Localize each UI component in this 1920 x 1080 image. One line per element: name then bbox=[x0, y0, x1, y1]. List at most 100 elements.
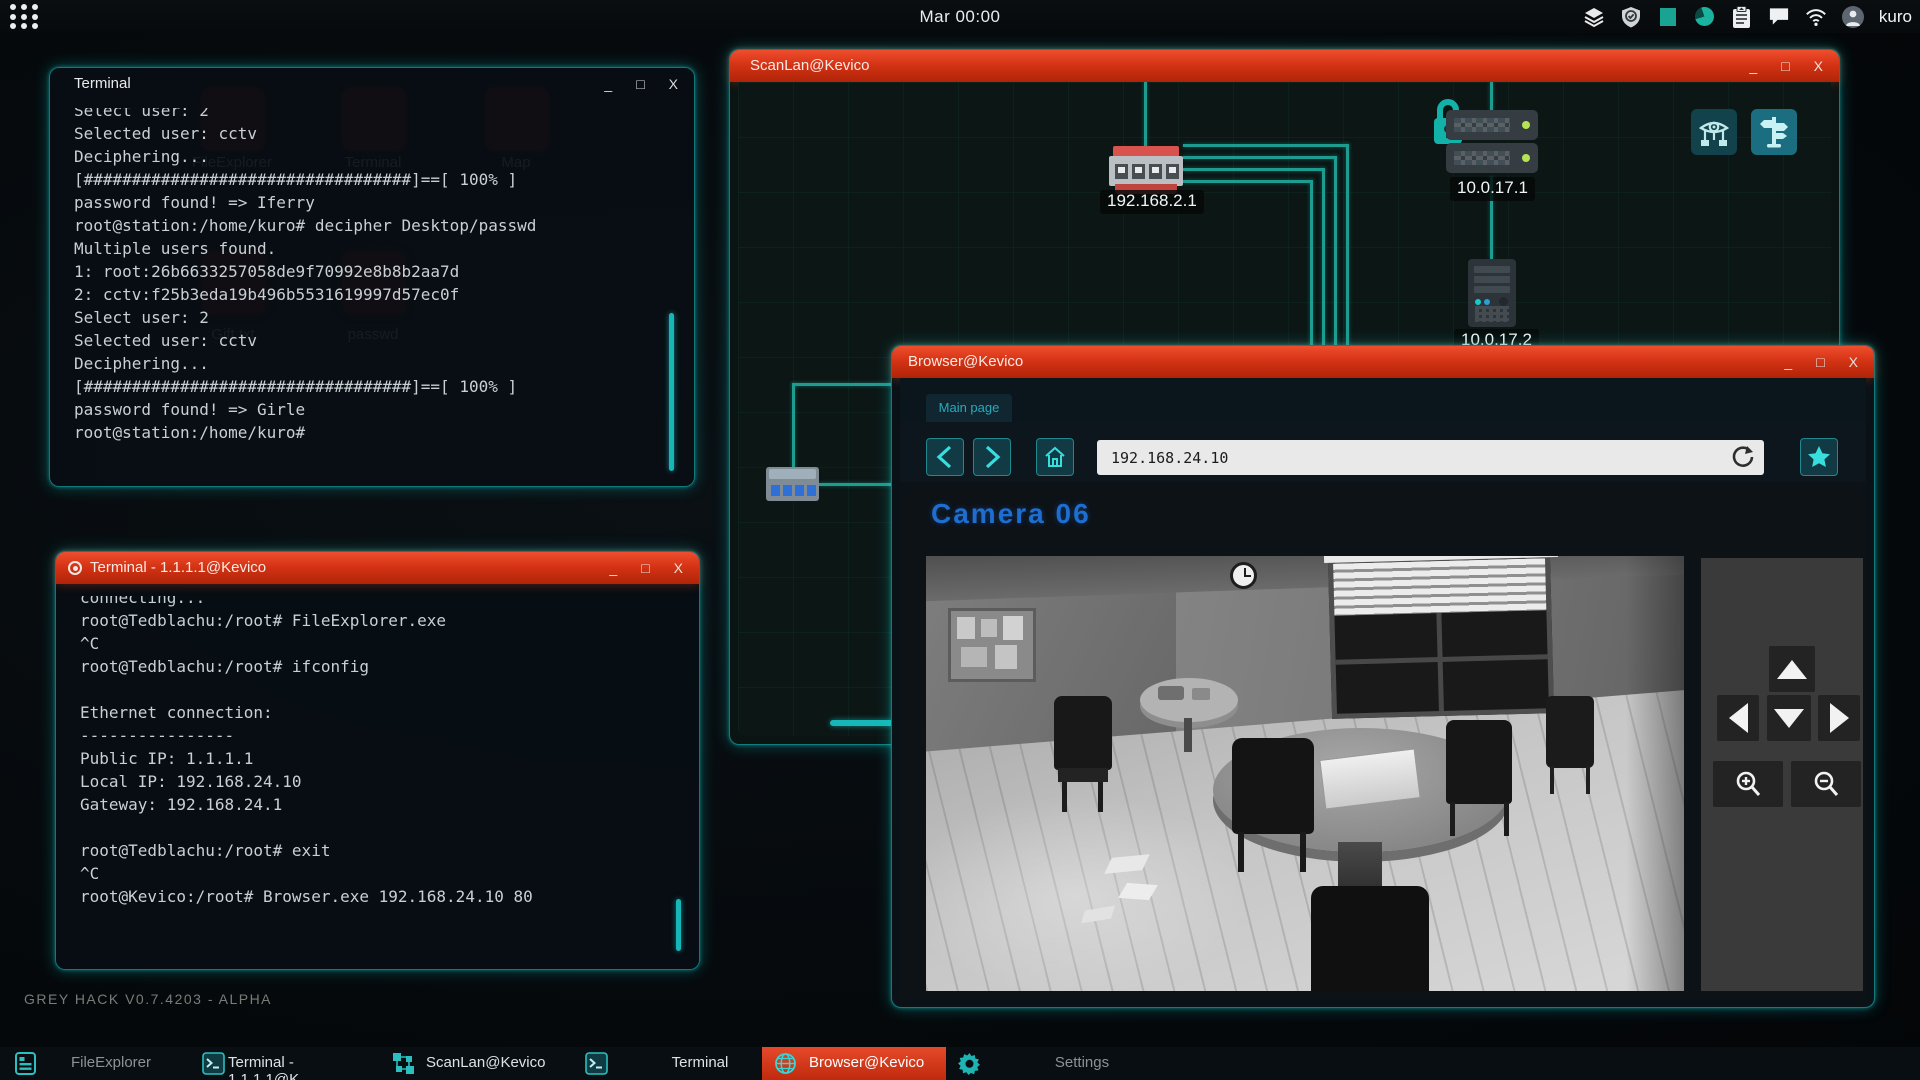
minimize-button[interactable]: _ bbox=[604, 68, 612, 100]
taskbar: FileExplorer Terminal - 1.1.1.1@K... Sca… bbox=[0, 1047, 1920, 1080]
scene-window bbox=[1328, 556, 1554, 719]
terminal-line: 2: cctv:f25b3eda19b496b5531619997d57ec0f bbox=[74, 283, 680, 306]
camera-right-button[interactable] bbox=[1818, 695, 1860, 741]
remote-terminal-window: Terminal - 1.1.1.1@Kevico _ □ X connecti… bbox=[55, 551, 700, 970]
scanlan-titlebar[interactable]: ScanLan@Kevico _ □ X bbox=[730, 50, 1839, 82]
minimize-button[interactable]: _ bbox=[609, 552, 617, 584]
server-node[interactable] bbox=[1446, 110, 1538, 140]
browser-tab-main-page[interactable]: Main page bbox=[926, 394, 1012, 422]
scene-side-table bbox=[1140, 678, 1238, 722]
network-link-line bbox=[792, 383, 795, 469]
scan-tool-button[interactable] bbox=[1691, 109, 1737, 155]
back-arrow-icon bbox=[934, 444, 956, 470]
layers-icon[interactable] bbox=[1583, 6, 1605, 28]
camera-down-button[interactable] bbox=[1767, 695, 1811, 741]
camera-zoom-in-button[interactable] bbox=[1713, 761, 1783, 807]
address-bar-input[interactable] bbox=[1097, 440, 1764, 475]
task-fileexplorer[interactable]: FileExplorer bbox=[60, 1054, 162, 1071]
scene-chair bbox=[1232, 738, 1314, 834]
scene-ceiling bbox=[926, 556, 1684, 601]
bookmark-button[interactable] bbox=[1800, 438, 1838, 476]
star-icon bbox=[1806, 444, 1832, 470]
maximize-button[interactable]: □ bbox=[636, 68, 644, 100]
camera-zoom-out-button[interactable] bbox=[1791, 761, 1861, 807]
maximize-button[interactable]: □ bbox=[1816, 346, 1824, 378]
user-avatar[interactable] bbox=[1842, 6, 1864, 28]
maximize-button[interactable]: □ bbox=[641, 552, 649, 584]
terminal-icon[interactable] bbox=[585, 1052, 608, 1075]
close-button[interactable]: X bbox=[1849, 346, 1858, 378]
camera-left-button[interactable] bbox=[1717, 695, 1759, 741]
scene-chair bbox=[1311, 886, 1429, 991]
globe-icon bbox=[774, 1052, 797, 1075]
cpu-pie-icon[interactable] bbox=[1694, 6, 1716, 28]
gear-icon[interactable] bbox=[958, 1052, 981, 1075]
browser-titlebar[interactable]: Browser@Kevico _ □ X bbox=[892, 346, 1874, 378]
terminal-line bbox=[80, 678, 685, 701]
clipboard-icon[interactable] bbox=[1731, 6, 1753, 28]
username-label[interactable]: kuro bbox=[1879, 7, 1912, 27]
terminal-line: root@station:/home/kuro# bbox=[74, 421, 680, 444]
forward-button[interactable] bbox=[973, 438, 1011, 476]
down-arrow-icon bbox=[1774, 709, 1804, 728]
terminal-line: Deciphering... bbox=[74, 145, 680, 168]
scene-chair-leg bbox=[1450, 802, 1455, 836]
scene-chair-leg bbox=[1300, 832, 1306, 872]
scene-chair-leg bbox=[1238, 832, 1244, 872]
map-horizontal-scrollbar[interactable] bbox=[830, 720, 894, 726]
scanlan-title: ScanLan@Kevico bbox=[750, 57, 869, 74]
shield-check-icon[interactable] bbox=[1620, 6, 1642, 28]
camera-up-button[interactable] bbox=[1769, 646, 1815, 692]
close-button[interactable]: X bbox=[1814, 50, 1823, 82]
server-node[interactable] bbox=[1446, 143, 1538, 173]
task-browser-active[interactable]: Browser@Kevico bbox=[762, 1047, 946, 1080]
terminal-line: Multiple users found. bbox=[74, 237, 680, 260]
terminal-output[interactable]: connecting...root@Tedblachu:/root# FileE… bbox=[80, 596, 685, 957]
terminal-output[interactable]: Select user: 2Selected user: cctvDeciphe… bbox=[74, 108, 680, 472]
task-terminal[interactable]: Terminal bbox=[640, 1054, 760, 1071]
task-settings[interactable]: Settings bbox=[1022, 1054, 1142, 1071]
file-explorer-icon[interactable] bbox=[14, 1052, 37, 1075]
home-button[interactable] bbox=[1036, 438, 1074, 476]
computer-node[interactable] bbox=[1468, 259, 1516, 327]
forward-arrow-icon bbox=[981, 444, 1003, 470]
terminal-line: root@station:/home/kuro# decipher Deskto… bbox=[74, 214, 680, 237]
router-node[interactable] bbox=[1109, 146, 1183, 194]
close-button[interactable]: X bbox=[674, 552, 683, 584]
terminal-scrollbar[interactable] bbox=[676, 899, 681, 951]
back-button[interactable] bbox=[926, 438, 964, 476]
browser-page: Camera 06 bbox=[900, 482, 1866, 999]
task-browser-label: Browser@Kevico bbox=[809, 1054, 939, 1071]
wifi-icon[interactable] bbox=[1805, 6, 1827, 28]
system-tray: kuro bbox=[1583, 0, 1912, 33]
switch-node[interactable] bbox=[766, 467, 819, 501]
right-arrow-icon bbox=[1830, 703, 1849, 733]
terminal-line: ^C bbox=[80, 862, 685, 885]
memory-icon[interactable] bbox=[1657, 6, 1679, 28]
terminal-scrollbar[interactable] bbox=[669, 313, 674, 471]
terminal-line: Local IP: 192.168.24.10 bbox=[80, 770, 685, 793]
minimize-button[interactable]: _ bbox=[1784, 346, 1792, 378]
task-scanlan[interactable]: ScanLan@Kevico bbox=[426, 1054, 562, 1071]
browser-window: Browser@Kevico _ □ X Main page bbox=[891, 345, 1875, 1008]
close-button[interactable]: X bbox=[669, 68, 678, 100]
terminal-titlebar[interactable]: Terminal _ □ X bbox=[50, 68, 694, 100]
terminal-line: Public IP: 1.1.1.1 bbox=[80, 747, 685, 770]
zoom-out-icon bbox=[1811, 769, 1841, 799]
route-tool-button[interactable] bbox=[1751, 109, 1797, 155]
terminal-line: 1: root:26b6633257058de9f70992e8b8b2aa7d bbox=[74, 260, 680, 283]
scanlan-icon[interactable] bbox=[392, 1052, 415, 1075]
minimize-button[interactable]: _ bbox=[1749, 50, 1757, 82]
scene-noticeboard bbox=[948, 608, 1036, 682]
task-terminal-remote[interactable]: Terminal - 1.1.1.1@K... bbox=[228, 1054, 380, 1080]
terminal-icon[interactable] bbox=[202, 1052, 225, 1075]
terminal-line bbox=[80, 816, 685, 839]
chat-icon[interactable] bbox=[1768, 6, 1790, 28]
terminal-line: password found! => Iferry bbox=[74, 191, 680, 214]
refresh-icon[interactable] bbox=[1730, 444, 1756, 470]
maximize-button[interactable]: □ bbox=[1781, 50, 1789, 82]
scene-chair bbox=[1446, 720, 1512, 804]
scene-chair-leg bbox=[1098, 782, 1103, 812]
remote-terminal-titlebar[interactable]: Terminal - 1.1.1.1@Kevico _ □ X bbox=[56, 552, 699, 584]
browser-title: Browser@Kevico bbox=[908, 353, 1023, 370]
